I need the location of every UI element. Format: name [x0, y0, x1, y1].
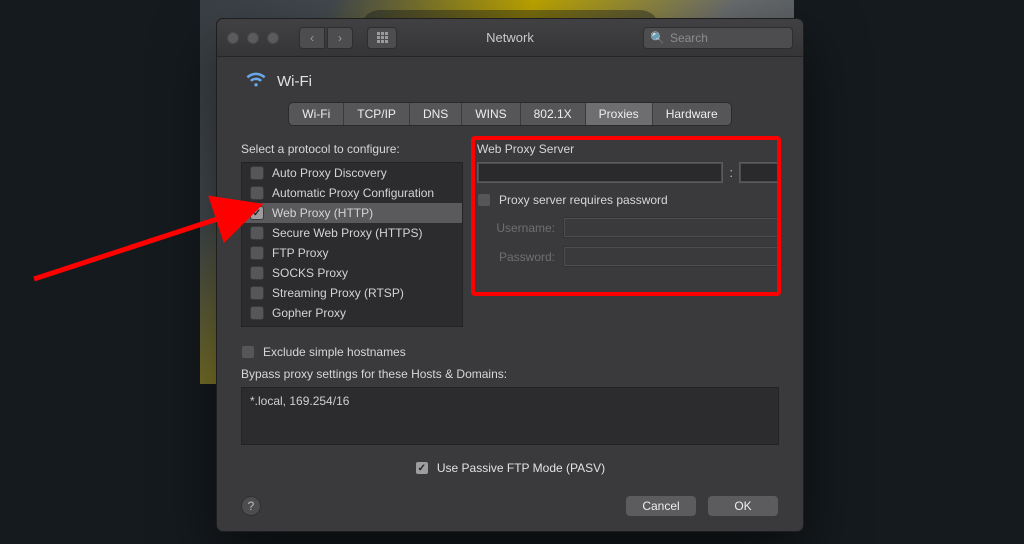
chevron-left-icon: ‹ [310, 31, 314, 45]
protocol-checkbox[interactable] [250, 186, 264, 200]
tab-proxies[interactable]: Proxies [586, 103, 653, 125]
protocol-row[interactable]: SOCKS Proxy [242, 263, 462, 283]
protocol-list-label: Select a protocol to configure: [241, 142, 463, 156]
password-input [563, 246, 779, 267]
traffic-lights [227, 32, 279, 44]
protocol-checkbox[interactable] [250, 206, 264, 220]
proxy-port-input[interactable] [739, 162, 779, 183]
host-port-separator: : [729, 165, 733, 180]
exclude-simple-hostnames-label: Exclude simple hostnames [263, 345, 406, 359]
protocol-checkbox[interactable] [250, 306, 264, 320]
forward-button[interactable]: › [327, 27, 353, 49]
network-preferences-window: ‹ › Network 🔍 Wi-Fi Wi-FiTCP/IPDNSWINS80… [216, 18, 804, 532]
titlebar: ‹ › Network 🔍 [217, 19, 803, 57]
protocol-label: FTP Proxy [272, 246, 328, 260]
tab-wins[interactable]: WINS [462, 103, 520, 125]
tab-802-1x[interactable]: 802.1X [521, 103, 586, 125]
bypass-label: Bypass proxy settings for these Hosts & … [241, 367, 779, 381]
protocol-row[interactable]: Gopher Proxy [242, 303, 462, 323]
tab-wi-fi[interactable]: Wi-Fi [289, 103, 344, 125]
requires-password-label: Proxy server requires password [499, 193, 668, 207]
search-icon: 🔍 [650, 31, 665, 45]
protocol-label: Streaming Proxy (RTSP) [272, 286, 404, 300]
protocol-row[interactable]: FTP Proxy [242, 243, 462, 263]
protocol-row[interactable]: Streaming Proxy (RTSP) [242, 283, 462, 303]
cancel-button[interactable]: Cancel [625, 495, 697, 517]
requires-password-checkbox[interactable] [477, 193, 491, 207]
username-input [563, 217, 779, 238]
tab-dns[interactable]: DNS [410, 103, 462, 125]
protocol-label: Web Proxy (HTTP) [272, 206, 373, 220]
chevron-right-icon: › [338, 31, 342, 45]
show-all-button[interactable] [367, 27, 397, 49]
protocol-row[interactable]: Auto Proxy Discovery [242, 163, 462, 183]
protocol-row[interactable]: Web Proxy (HTTP) [242, 203, 462, 223]
close-window-button[interactable] [227, 32, 239, 44]
interface-header: Wi-Fi [245, 71, 779, 92]
protocol-list[interactable]: Auto Proxy Discovery Automatic Proxy Conf… [241, 162, 463, 327]
protocol-row[interactable]: Automatic Proxy Configuration [242, 183, 462, 203]
tab-hardware[interactable]: Hardware [653, 103, 731, 125]
bypass-textarea[interactable] [241, 387, 779, 445]
back-button[interactable]: ‹ [299, 27, 325, 49]
grid-icon [377, 32, 388, 43]
passive-ftp-checkbox[interactable] [415, 461, 429, 475]
proxy-host-input[interactable] [477, 162, 723, 183]
protocol-label: Automatic Proxy Configuration [272, 186, 434, 200]
protocol-checkbox[interactable] [250, 266, 264, 280]
ok-button[interactable]: OK [707, 495, 779, 517]
search-field-container: 🔍 [643, 27, 793, 49]
protocol-row[interactable]: Secure Web Proxy (HTTPS) [242, 223, 462, 243]
protocol-checkbox[interactable] [250, 226, 264, 240]
proxy-server-label: Web Proxy Server [477, 142, 779, 156]
annotation-highlight-box [471, 136, 781, 296]
passive-ftp-label: Use Passive FTP Mode (PASV) [437, 461, 605, 475]
protocol-label: Secure Web Proxy (HTTPS) [272, 226, 422, 240]
minimize-window-button[interactable] [247, 32, 259, 44]
help-button[interactable]: ? [241, 496, 261, 516]
protocol-label: Gopher Proxy [272, 306, 346, 320]
protocol-checkbox[interactable] [250, 166, 264, 180]
search-input[interactable] [670, 31, 825, 45]
wifi-icon [245, 71, 267, 92]
tab-tcp-ip[interactable]: TCP/IP [344, 103, 410, 125]
username-label: Username: [477, 221, 555, 235]
tab-bar: Wi-FiTCP/IPDNSWINS802.1XProxiesHardware [288, 102, 731, 126]
password-label: Password: [477, 250, 555, 264]
exclude-simple-hostnames-checkbox[interactable] [241, 345, 255, 359]
zoom-window-button[interactable] [267, 32, 279, 44]
interface-name: Wi-Fi [277, 73, 312, 90]
help-icon: ? [248, 499, 255, 513]
protocol-label: Auto Proxy Discovery [272, 166, 387, 180]
protocol-checkbox[interactable] [250, 246, 264, 260]
protocol-checkbox[interactable] [250, 286, 264, 300]
protocol-label: SOCKS Proxy [272, 266, 348, 280]
